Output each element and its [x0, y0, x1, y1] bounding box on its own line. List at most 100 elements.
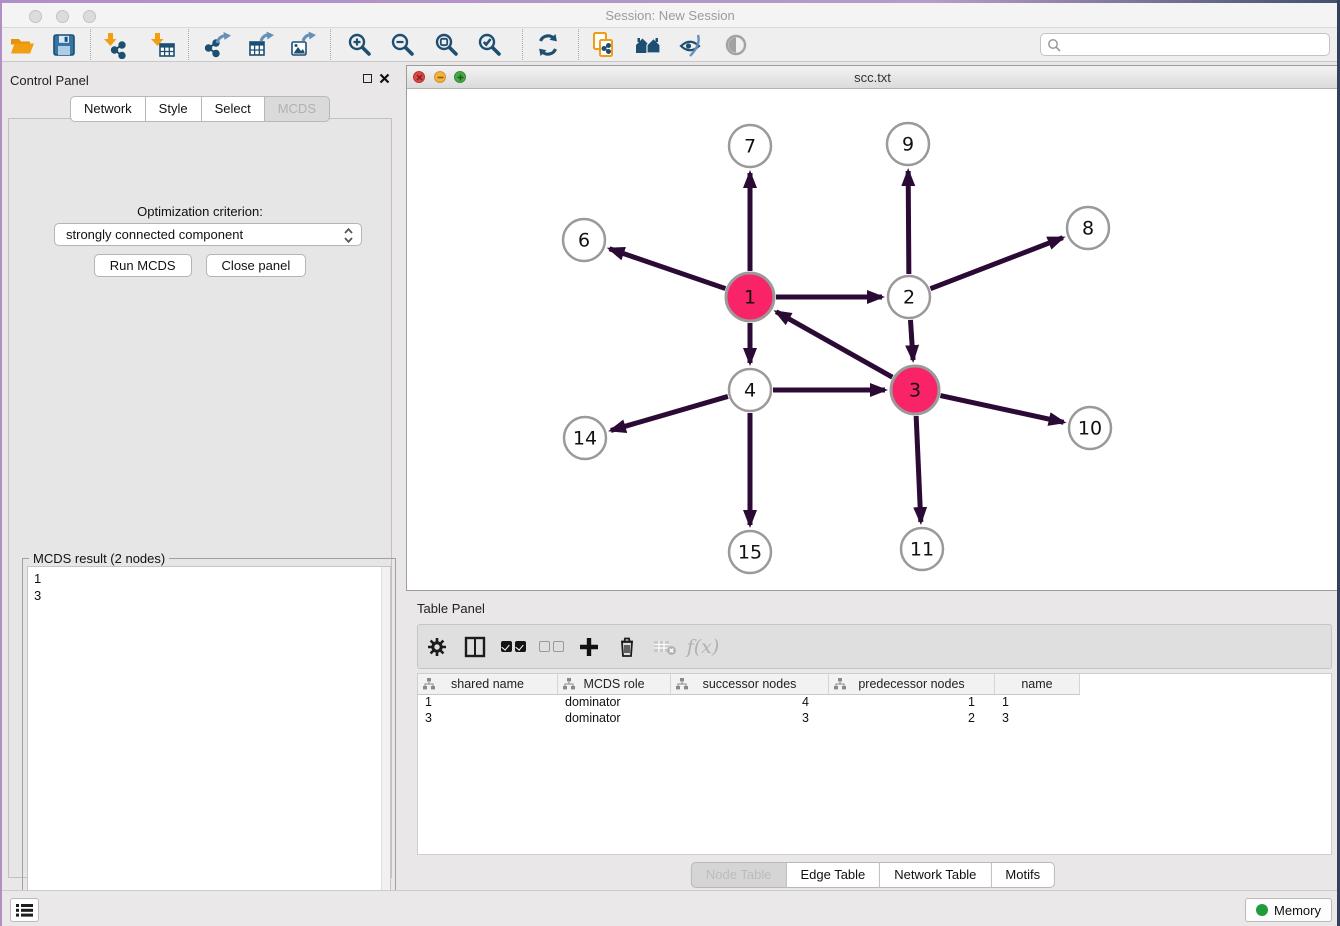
graph-edge-2-8[interactable]: [930, 238, 1062, 289]
export-table-icon[interactable]: [247, 31, 275, 59]
graph-node-10[interactable]: 10: [1069, 407, 1111, 449]
status-bar: Memory: [0, 890, 1340, 926]
criterion-dropdown[interactable]: strongly connected component: [54, 223, 362, 246]
control-panel-float-icon[interactable]: [363, 74, 372, 83]
graph-node-8[interactable]: 8: [1067, 207, 1109, 249]
show-all-icon[interactable]: [722, 31, 750, 59]
node-table-body: 1dominator4113dominator323: [418, 695, 1331, 727]
toolbar-separator: [90, 29, 91, 60]
search-input[interactable]: [1040, 33, 1330, 56]
export-network-icon[interactable]: [204, 31, 232, 59]
graph-edge-2-3[interactable]: [910, 320, 913, 360]
mcds-panel: Optimization criterion: strongly connect…: [8, 118, 392, 878]
network-window-title: scc.txt: [407, 70, 1338, 85]
node-table-header: shared name MCDS role successor nodes pr…: [418, 674, 1331, 695]
graph-edge-2-9[interactable]: [908, 171, 909, 274]
graph-node-6[interactable]: 6: [563, 219, 605, 261]
tab-motifs[interactable]: Motifs: [991, 862, 1055, 888]
zoom-out-icon[interactable]: [389, 31, 417, 59]
column-header-shared-name[interactable]: shared name: [418, 674, 558, 695]
mcds-result-text[interactable]: 1 3: [27, 566, 391, 926]
hide-selected-icon[interactable]: [677, 31, 705, 59]
tab-network-table[interactable]: Network Table: [880, 862, 991, 888]
svg-text:4: 4: [744, 380, 756, 402]
graph-node-11[interactable]: 11: [901, 528, 943, 570]
function-builder-icon[interactable]: f(x): [684, 636, 722, 658]
graph-node-9[interactable]: 9: [887, 123, 929, 165]
graph-edge-3-1[interactable]: [776, 312, 892, 378]
svg-text:14: 14: [573, 428, 597, 450]
toolbar-separator: [188, 29, 189, 60]
control-panel-close-icon[interactable]: [379, 73, 390, 84]
table-panel-tabs: Node Table Edge Table Network Table Moti…: [691, 862, 1055, 888]
optimization-criterion-label: Optimization criterion:: [9, 204, 391, 219]
graph-node-2[interactable]: 2: [888, 276, 930, 318]
graph-edge-3-10[interactable]: [940, 396, 1063, 423]
tab-style[interactable]: Style: [146, 96, 202, 122]
export-image-icon[interactable]: [289, 31, 317, 59]
graph-edge-3-11[interactable]: [916, 416, 921, 522]
svg-text:9: 9: [902, 134, 914, 156]
tab-node-table[interactable]: Node Table: [691, 862, 787, 888]
control-panel-title: Control Panel: [10, 73, 89, 88]
graph-node-14[interactable]: 14: [564, 417, 606, 459]
select-all-columns-icon[interactable]: [494, 641, 532, 652]
graph-node-7[interactable]: 7: [729, 125, 771, 167]
graph-node-3[interactable]: 3: [891, 366, 939, 414]
import-network-icon[interactable]: [102, 31, 130, 59]
graph-node-15[interactable]: 15: [729, 531, 771, 573]
network-canvas[interactable]: 7 9 6 8 1 2 4 3 14 10 15 11: [407, 89, 1338, 590]
delete-column-icon[interactable]: [608, 636, 646, 657]
zoom-fit-icon[interactable]: [433, 31, 461, 59]
table-toolbar: f(x): [417, 624, 1332, 669]
open-session-icon[interactable]: [8, 31, 36, 59]
table-settings-icon[interactable]: [418, 637, 456, 657]
close-panel-button[interactable]: Close panel: [206, 254, 307, 277]
graph-node-1[interactable]: 1: [726, 273, 774, 321]
deselect-all-columns-icon[interactable]: [532, 641, 570, 652]
column-panel-icon[interactable]: [456, 636, 494, 658]
column-header-mcds-role[interactable]: MCDS role: [558, 674, 671, 695]
run-mcds-button[interactable]: Run MCDS: [94, 254, 192, 277]
network-window-titlebar[interactable]: scc.txt: [407, 66, 1338, 89]
svg-text:7: 7: [744, 136, 756, 158]
save-session-icon[interactable]: [50, 31, 78, 59]
dropdown-stepper-icon: [343, 227, 354, 244]
svg-text:8: 8: [1082, 218, 1094, 240]
add-column-icon[interactable]: [570, 637, 608, 657]
table-panel: Table Panel f(x) shared name MCDS r: [406, 593, 1340, 888]
column-header-name[interactable]: name: [995, 674, 1080, 695]
column-header-successor-nodes[interactable]: successor nodes: [671, 674, 829, 695]
graph-edge-1-6[interactable]: [610, 249, 726, 289]
main-toolbar: [0, 28, 1340, 62]
table-row[interactable]: 1dominator411: [418, 695, 1331, 711]
toolbar-separator: [522, 29, 523, 60]
toolbar-separator: [578, 29, 579, 60]
tree-icon: [423, 678, 435, 690]
clone-network-icon[interactable]: [590, 31, 618, 59]
result-scrollbar[interactable]: [381, 567, 390, 926]
zoom-selected-icon[interactable]: [476, 31, 504, 59]
tab-select[interactable]: Select: [202, 96, 265, 122]
import-table-icon[interactable]: [149, 31, 177, 59]
graph-node-4[interactable]: 4: [729, 369, 771, 411]
network-graph[interactable]: 7 9 6 8 1 2 4 3 14 10 15 11: [407, 89, 1338, 590]
table-row[interactable]: 3dominator323: [418, 711, 1331, 727]
refresh-layout-icon[interactable]: [534, 31, 562, 59]
search-icon: [1047, 38, 1061, 52]
tree-icon: [563, 678, 575, 690]
column-header-predecessor-nodes[interactable]: predecessor nodes: [829, 674, 995, 695]
desktop-edge-top: [0, 0, 1340, 3]
tab-edge-table[interactable]: Edge Table: [786, 862, 880, 888]
svg-text:10: 10: [1078, 418, 1102, 440]
zoom-in-icon[interactable]: [346, 31, 374, 59]
delete-table-icon[interactable]: [646, 638, 684, 656]
tab-network[interactable]: Network: [70, 96, 146, 122]
show-task-history-button[interactable]: [10, 898, 39, 922]
svg-text:3: 3: [909, 380, 921, 402]
first-neighbors-icon[interactable]: [634, 31, 662, 59]
tab-mcds[interactable]: MCDS: [265, 96, 330, 122]
mcds-result-title: MCDS result (2 nodes): [29, 551, 169, 566]
memory-button[interactable]: Memory: [1245, 898, 1332, 922]
graph-edge-4-14[interactable]: [611, 396, 728, 430]
